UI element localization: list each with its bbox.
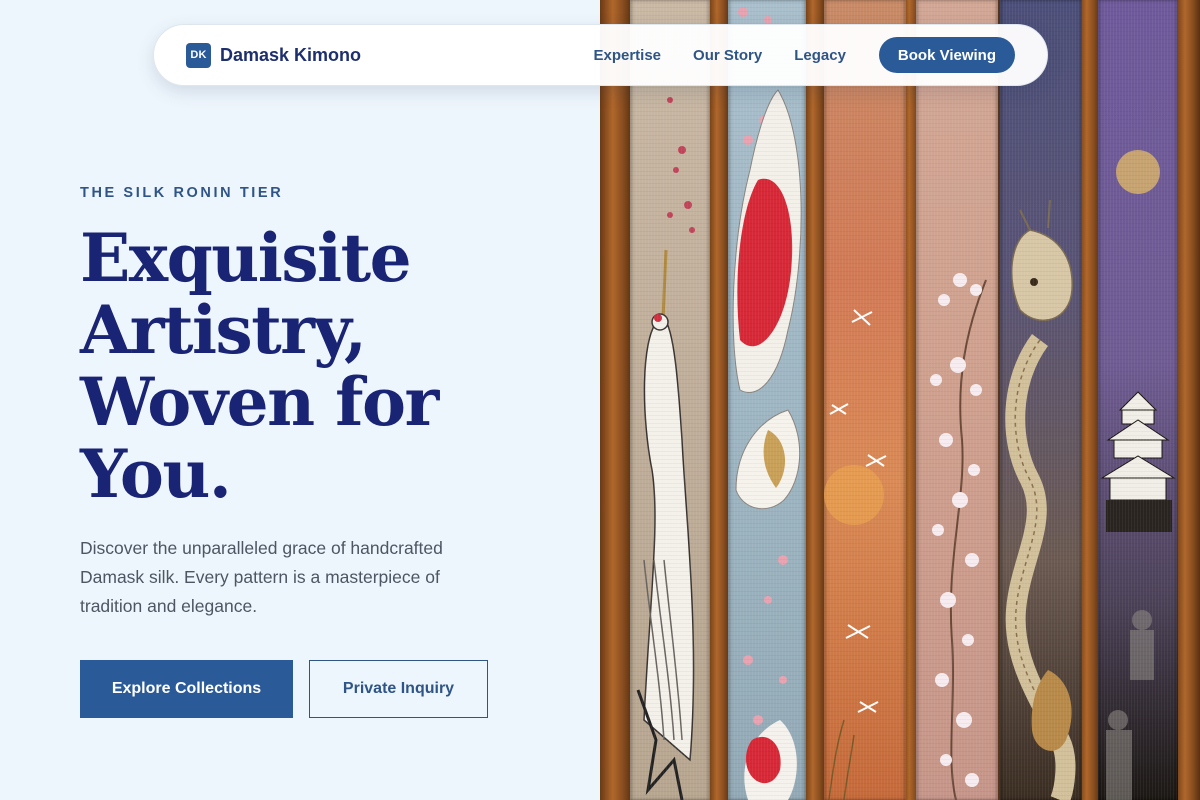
explore-collections-button[interactable]: Explore Collections <box>80 660 293 718</box>
hero-headline: Exquisite Artistry, Woven for You. <box>80 222 600 510</box>
crane-icon <box>636 97 695 800</box>
silk-banner-dragon <box>1000 0 1082 800</box>
headline-line: You. <box>80 435 232 513</box>
silk-banner-castle <box>1098 0 1178 800</box>
hero-eyebrow: THE SILK RONIN TIER <box>80 185 284 201</box>
headline-line: Exquisite <box>80 219 412 297</box>
nav-links: Expertise Our Story Legacy Book Viewing <box>593 37 1015 73</box>
nav-link-expertise[interactable]: Expertise <box>593 47 661 64</box>
wood-frame-post <box>804 0 826 800</box>
silk-banner-koi <box>728 0 806 800</box>
cherry-blossom-icon <box>930 273 987 800</box>
koi-fish-icon <box>732 7 802 800</box>
silk-banner-dragonfly <box>824 0 906 800</box>
brand-logo[interactable]: DK Damask Kimono <box>186 42 362 68</box>
hero-image <box>600 0 1200 800</box>
dragonfly-icon <box>824 309 887 800</box>
castle-icon <box>1100 150 1176 800</box>
headline-line: Artistry, <box>80 291 367 369</box>
dragon-icon <box>1005 199 1076 800</box>
wood-frame-post <box>708 0 730 800</box>
silk-banner-crane <box>630 0 710 800</box>
moon-icon <box>1116 150 1160 194</box>
private-inquiry-button[interactable]: Private Inquiry <box>309 660 488 718</box>
headline-line: Woven for <box>80 363 439 441</box>
wood-frame-post <box>600 0 632 800</box>
top-navbar: DK Damask Kimono Expertise Our Story Leg… <box>153 24 1048 86</box>
book-viewing-button[interactable]: Book Viewing <box>878 37 1015 73</box>
brand-name: Damask Kimono <box>220 44 362 65</box>
nav-link-legacy[interactable]: Legacy <box>794 47 846 64</box>
silk-banner-cherry-blossom <box>916 0 998 800</box>
hero-description: Discover the unparalleled grace of handc… <box>80 538 443 616</box>
nav-link-our-story[interactable]: Our Story <box>693 47 762 64</box>
wood-frame-post <box>1175 0 1200 800</box>
brand-badge: DK <box>186 42 211 68</box>
